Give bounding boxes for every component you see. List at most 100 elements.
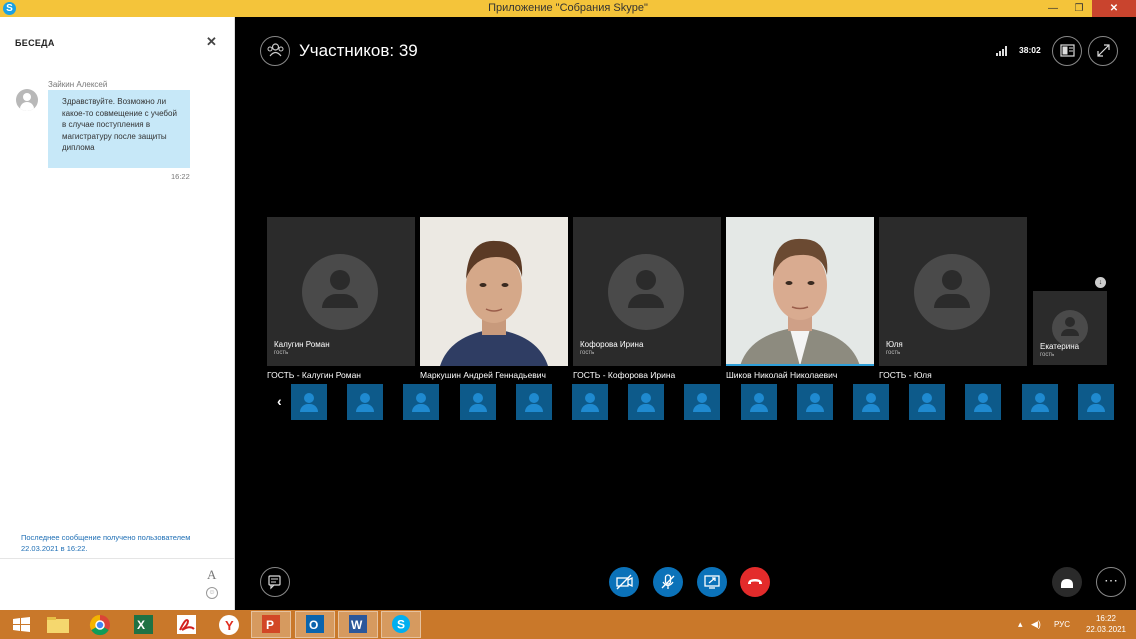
taskbar-acrobat[interactable]	[166, 611, 206, 638]
roster-participant[interactable]	[572, 384, 608, 420]
tile-caption: Маркушин Андрей Геннадьевич	[420, 370, 546, 380]
roster-participant[interactable]	[853, 384, 889, 420]
taskbar-chrome[interactable]	[80, 611, 120, 638]
volume-icon[interactable]: ◀)	[1031, 619, 1041, 630]
maximize-button[interactable]: ❐	[1068, 0, 1090, 17]
clock-date: 22.03.2021	[1085, 625, 1127, 634]
svg-text:W: W	[351, 618, 363, 632]
roster-participant[interactable]	[796, 384, 833, 420]
roster-participant[interactable]	[347, 384, 384, 420]
tile-role: гость	[580, 350, 595, 356]
roster-participant[interactable]	[459, 384, 496, 420]
window-title: Приложение "Собрания Skype"	[488, 2, 648, 14]
mic-button[interactable]	[653, 567, 683, 597]
outlook-icon: O	[306, 615, 324, 633]
camera-off-icon	[616, 574, 633, 590]
avatar-placeholder-icon	[608, 254, 684, 330]
excel-icon: X	[134, 615, 153, 634]
roster-participant[interactable]	[909, 384, 946, 420]
roster-participant[interactable]	[740, 384, 777, 420]
people-icon	[267, 43, 283, 57]
taskbar: X Y P O W S ▴ ◀) РУС 16:22 22.03.2021	[0, 610, 1136, 639]
mic-off-icon	[661, 574, 675, 589]
participants-button[interactable]	[260, 36, 290, 66]
phone-icon	[1061, 579, 1073, 588]
taskbar-excel[interactable]: X	[123, 611, 163, 638]
signal-icon	[996, 46, 1008, 56]
powerpoint-icon: P	[262, 615, 280, 633]
message-bubble: Здравствуйте. Возможно ли какое-то совме…	[48, 90, 190, 168]
video-tile[interactable]: Юля гость	[879, 217, 1027, 366]
tile-caption: ГОСТЬ - Юля	[879, 370, 932, 380]
roster-participant[interactable]	[403, 384, 440, 420]
close-button[interactable]: ✕	[1092, 0, 1136, 17]
roster-participant[interactable]	[515, 384, 552, 420]
video-tile[interactable]	[420, 217, 568, 366]
roster-participant[interactable]	[684, 384, 721, 420]
windows-logo-icon	[13, 617, 30, 632]
message-sender: Зайкин Алексей	[48, 80, 108, 89]
skype-icon: S	[392, 615, 410, 633]
message-time: 16:22	[171, 172, 190, 181]
svg-text:X: X	[137, 618, 145, 632]
chrome-icon	[89, 614, 110, 636]
taskbar-skype[interactable]: S	[381, 611, 421, 638]
minimize-button[interactable]: —	[1042, 0, 1064, 17]
message-input[interactable]: A ☺	[0, 558, 234, 610]
chat-button[interactable]	[260, 567, 290, 597]
emoji-button[interactable]: ☺	[206, 587, 218, 599]
conversation-header: БЕСЕДА	[15, 38, 55, 48]
avatar-placeholder-icon	[302, 254, 378, 330]
video-tile[interactable]	[726, 217, 874, 366]
camera-button[interactable]	[609, 567, 639, 597]
video-tile-small[interactable]: Екатерина гость	[1033, 291, 1107, 365]
taskbar-powerpoint[interactable]: P	[251, 611, 291, 638]
title-bar: S Приложение "Собрания Skype" — ❐ ✕	[0, 0, 1136, 17]
conversation-panel: БЕСЕДА ✕ Зайкин Алексей Здравствуйте. Во…	[0, 17, 235, 610]
acrobat-icon	[177, 615, 196, 634]
system-clock[interactable]: 16:22 22.03.2021	[1083, 613, 1129, 635]
avatar	[16, 89, 38, 111]
svg-text:Y: Y	[225, 618, 234, 633]
clock-time: 16:22	[1095, 614, 1117, 623]
call-timer: 38:02	[1019, 45, 1041, 55]
roster-participant[interactable]	[1021, 384, 1058, 420]
tile-caption: ГОСТЬ - Кофорова Ирина	[573, 370, 676, 380]
svg-text:S: S	[397, 618, 405, 632]
font-format-button[interactable]: A	[207, 567, 216, 583]
taskbar-yandex[interactable]: Y	[209, 611, 249, 638]
tile-name: Кофорова Ирина	[580, 340, 644, 349]
word-icon: W	[349, 615, 367, 633]
tile-caption: Шиков Николай Николаевич	[726, 370, 838, 380]
svg-text:O: O	[309, 618, 318, 632]
roster-participant[interactable]	[291, 384, 327, 420]
more-options-button[interactable]: ⋯	[1096, 567, 1126, 597]
tray-expand-icon[interactable]: ▴	[1018, 619, 1023, 630]
taskbar-outlook[interactable]: O	[295, 611, 335, 638]
tile-role: гость	[886, 350, 901, 356]
layout-button[interactable]	[1052, 36, 1082, 66]
video-tile[interactable]: Кофорова Ирина гость	[573, 217, 721, 366]
layout-icon	[1059, 44, 1075, 57]
participant-photo	[726, 217, 874, 364]
tile-name: Екатерина	[1040, 342, 1080, 351]
participant-photo	[420, 217, 568, 366]
call-controls-button[interactable]	[1052, 567, 1082, 597]
folder-icon	[47, 617, 69, 633]
roster-participant[interactable]	[965, 384, 1002, 420]
close-conversation-button[interactable]: ✕	[206, 34, 217, 50]
start-button[interactable]	[2, 611, 42, 638]
fullscreen-button[interactable]	[1088, 36, 1118, 66]
language-indicator[interactable]: РУС	[1054, 620, 1070, 629]
tile-name: Калугин Роман	[274, 340, 330, 349]
taskbar-word[interactable]: W	[338, 611, 378, 638]
pin-icon[interactable]: ↓	[1095, 277, 1106, 288]
hang-up-button[interactable]	[740, 567, 770, 597]
roster-prev-button[interactable]: ‹	[277, 393, 282, 409]
video-tile[interactable]: Калугин Роман гость	[267, 217, 415, 366]
roster-participant[interactable]	[628, 384, 665, 420]
avatar-placeholder-icon	[1052, 310, 1088, 346]
share-screen-button[interactable]	[697, 567, 727, 597]
taskbar-explorer[interactable]	[38, 611, 78, 638]
roster-participant[interactable]	[1077, 384, 1114, 420]
